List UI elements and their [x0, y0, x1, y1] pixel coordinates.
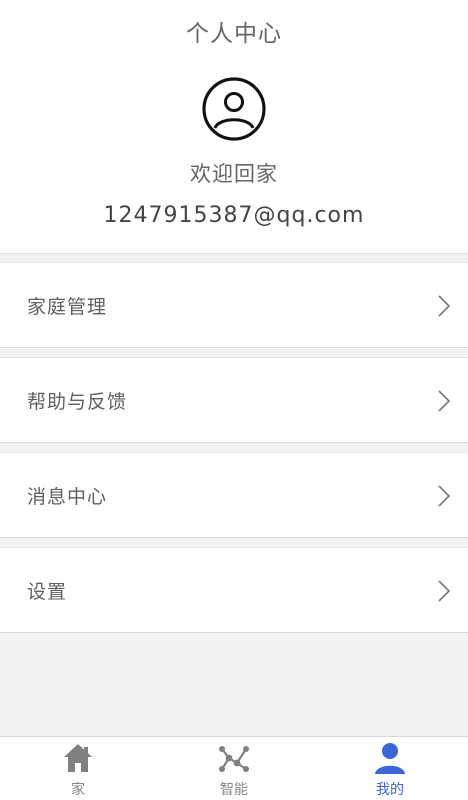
page-title: 个人中心	[186, 21, 282, 47]
chevron-right-icon	[438, 485, 451, 507]
menu-item-settings[interactable]: 设置	[0, 547, 468, 633]
chevron-right-icon	[438, 295, 451, 317]
menu-item-label: 帮助与反馈	[27, 390, 128, 413]
user-icon	[375, 743, 405, 774]
smart-network-icon	[219, 746, 249, 772]
bottom-tab-bar: 家 智能 我的	[0, 736, 468, 800]
menu-item-label: 设置	[27, 580, 68, 603]
welcome-text: 欢迎回家	[190, 162, 278, 186]
profile-header: 个人中心 欢迎回家 1247915387@qq.com	[0, 0, 468, 254]
tab-label: 家	[71, 782, 85, 798]
menu-item-label: 消息中心	[27, 485, 108, 508]
email-clip: 1247915387@qq.com	[0, 198, 468, 228]
tab-home[interactable]: 家	[0, 737, 156, 800]
menu-item-label: 家庭管理	[27, 295, 108, 318]
menu-item-help-feedback[interactable]: 帮助与反馈	[0, 357, 468, 443]
tab-label: 我的	[376, 782, 404, 798]
tab-label: 智能	[220, 782, 248, 798]
email-text: 1247915387@qq.com	[103, 203, 365, 228]
menu-item-message-center[interactable]: 消息中心	[0, 452, 468, 538]
chevron-right-icon	[438, 390, 451, 412]
tab-mine[interactable]: 我的	[312, 737, 468, 800]
tab-smart[interactable]: 智能	[156, 737, 312, 800]
menu-item-family-management[interactable]: 家庭管理	[0, 262, 468, 348]
chevron-right-icon	[438, 580, 451, 602]
profile-page: 个人中心 欢迎回家 1247915387@qq.com 家庭管理 帮助与反馈 消…	[0, 0, 468, 800]
avatar-icon[interactable]	[201, 76, 267, 142]
home-icon	[64, 744, 92, 772]
